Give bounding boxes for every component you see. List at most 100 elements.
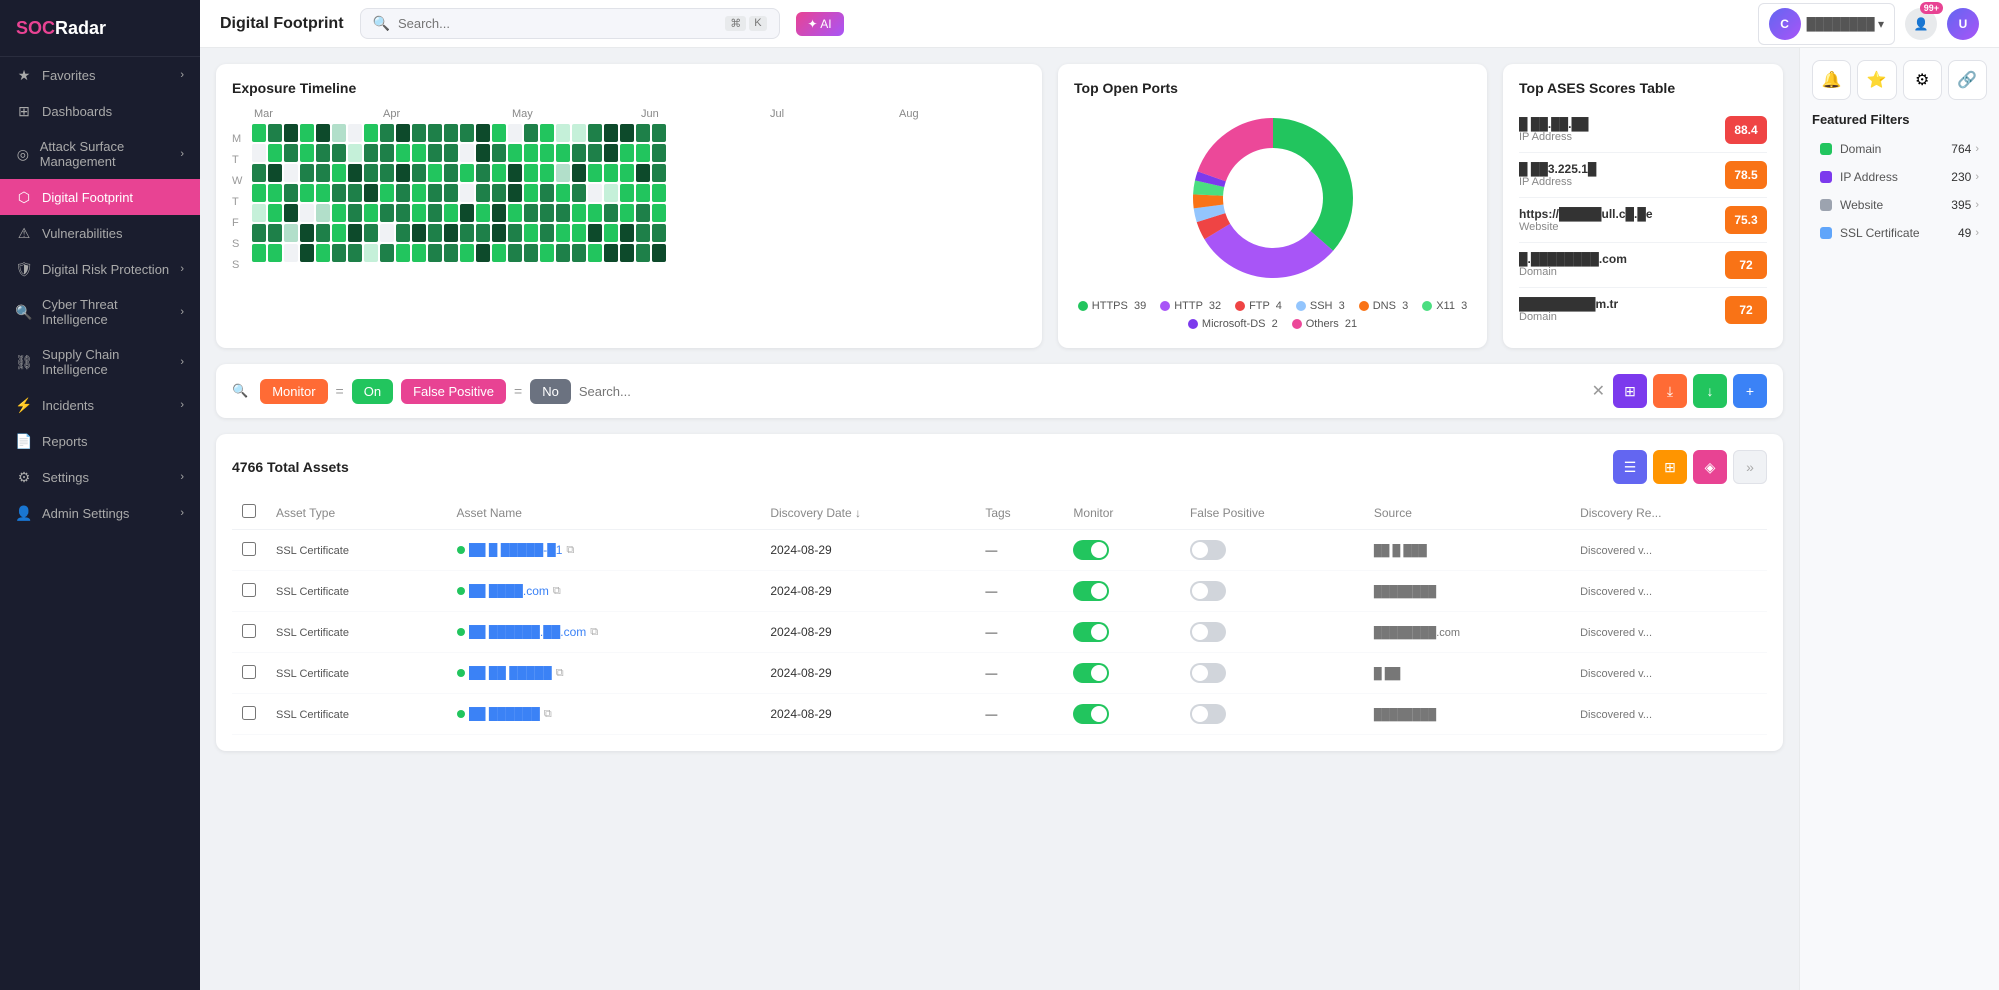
featured-filter-item[interactable]: Website 395 › — [1812, 191, 1987, 219]
ases-title: Top ASES Scores Table — [1519, 80, 1767, 96]
sidebar-item-supply-chain[interactable]: ⛓ Supply Chain Intelligence › — [0, 337, 200, 387]
tags-cell: — — [975, 694, 1063, 735]
company-selector[interactable]: C ████████ ▾ — [1758, 3, 1895, 45]
sidebar-item-settings[interactable]: ⚙ Settings › — [0, 459, 200, 495]
header-right: C ████████ ▾ 👤 99+ U — [1758, 3, 1979, 45]
sidebar-item-attack-surface[interactable]: ◎ Attack Surface Management › — [0, 129, 200, 179]
admin-settings-icon: 👤 — [16, 505, 32, 521]
chevron-icon: › — [180, 507, 184, 519]
filter-action-btn-2[interactable]: ⤓ — [1653, 374, 1687, 408]
monitor-toggle[interactable] — [1073, 663, 1109, 683]
col-discovery-reason: Discovery Re... — [1570, 496, 1767, 530]
fp-toggle[interactable] — [1190, 663, 1226, 683]
copy-icon[interactable]: ⧉ — [556, 667, 564, 680]
chevron-icon: › — [180, 306, 184, 318]
ases-scores-card: Top ASES Scores Table █ ██.██.██ IP Addr… — [1503, 64, 1783, 348]
clear-filter-button[interactable]: ✕ — [1592, 381, 1605, 401]
ases-rows: █ ██.██.██ IP Address 88.4 █ ██3.225.1█ … — [1519, 108, 1767, 332]
ai-button[interactable]: ✦ AI — [796, 12, 844, 36]
ases-row[interactable]: █.████████.com Domain 72 — [1519, 243, 1767, 288]
copy-icon[interactable]: ⧉ — [553, 585, 561, 598]
sidebar-item-digital-risk[interactable]: 🛡 Digital Risk Protection › — [0, 251, 200, 287]
sidebar-item-admin-settings[interactable]: 👤 Admin Settings › — [0, 495, 200, 531]
monitor-cell — [1063, 530, 1180, 571]
row-checkbox[interactable] — [242, 706, 256, 720]
row-checkbox[interactable] — [242, 624, 256, 638]
ases-row[interactable]: https://█████ull.c█.█e Website 75.3 — [1519, 198, 1767, 243]
table-header-row: Asset Type Asset Name Discovery Date ↓ T… — [232, 496, 1767, 530]
monitor-toggle[interactable] — [1073, 704, 1109, 724]
chevron-icon: › — [180, 471, 184, 483]
filter-actions: ⊞ ⤓ ↓ + — [1613, 374, 1767, 408]
ases-row[interactable]: █ ██.██.██ IP Address 88.4 — [1519, 108, 1767, 153]
view-buttons: ☰ ⊞ ◈ » — [1613, 450, 1767, 484]
source-cell: ████████.com — [1364, 612, 1570, 653]
favorites-icon: ★ — [16, 67, 32, 83]
discovery-date-cell: 2024-08-29 — [760, 530, 975, 571]
featured-filter-item[interactable]: IP Address 230 › — [1812, 163, 1987, 191]
monitor-filter-tag[interactable]: Monitor — [260, 379, 327, 404]
filter-search-input[interactable] — [579, 384, 1584, 399]
view-btn-list[interactable]: ☰ — [1613, 450, 1647, 484]
ases-row[interactable]: █████████m.tr Domain 72 — [1519, 288, 1767, 332]
ports-title: Top Open Ports — [1074, 80, 1471, 96]
search-input[interactable] — [398, 16, 717, 31]
row-checkbox[interactable] — [242, 542, 256, 556]
sidebar-item-incidents[interactable]: ⚡ Incidents › — [0, 387, 200, 423]
asset-name-cell: ██ ████.com ⧉ — [447, 571, 761, 612]
monitor-cell — [1063, 653, 1180, 694]
copy-icon[interactable]: ⧉ — [544, 708, 552, 721]
row-checkbox[interactable] — [242, 665, 256, 679]
sidebar-item-cyber-threat[interactable]: 🔍 Cyber Threat Intelligence › — [0, 287, 200, 337]
monitor-toggle[interactable] — [1073, 581, 1109, 601]
filter-action-btn-3[interactable]: ↓ — [1693, 374, 1727, 408]
right-icon-btn-2[interactable]: ⭐ — [1857, 60, 1896, 100]
featured-filter-item[interactable]: Domain 764 › — [1812, 135, 1987, 163]
search-bar[interactable]: 🔍 ⌘ K — [360, 8, 780, 39]
asset-name-cell: ██ ██ █████ ⧉ — [447, 653, 761, 694]
on-filter-tag[interactable]: On — [352, 379, 393, 404]
copy-icon[interactable]: ⧉ — [590, 626, 598, 639]
fp-toggle[interactable] — [1190, 622, 1226, 642]
right-icon-btn-3[interactable]: ⚙ — [1903, 60, 1942, 100]
table-row: SSL Certificate ██ ██ █████ ⧉ 2024-08-29… — [232, 653, 1767, 694]
fp-toggle[interactable] — [1190, 540, 1226, 560]
notification-button[interactable]: 👤 99+ — [1905, 8, 1937, 40]
discovery-reason-cell: Discovered v... — [1570, 530, 1767, 571]
day-labels: M T W T F S S — [232, 108, 246, 274]
ases-score: 78.5 — [1725, 161, 1767, 189]
view-btn-grid[interactable]: ⊞ — [1653, 450, 1687, 484]
filter-action-btn-1[interactable]: ⊞ — [1613, 374, 1647, 408]
col-tags: Tags — [975, 496, 1063, 530]
row-checkbox[interactable] — [242, 583, 256, 597]
tags-cell: — — [975, 530, 1063, 571]
ases-row[interactable]: █ ██3.225.1█ IP Address 78.5 — [1519, 153, 1767, 198]
monitor-toggle[interactable] — [1073, 622, 1109, 642]
fp-toggle[interactable] — [1190, 581, 1226, 601]
sidebar-item-dashboards[interactable]: ⊞ Dashboards — [0, 93, 200, 129]
company-avatar: C — [1769, 8, 1801, 40]
false-positive-cell — [1180, 653, 1364, 694]
false-positive-filter-tag[interactable]: False Positive — [401, 379, 506, 404]
sidebar-item-digital-footprint[interactable]: ⬡ Digital Footprint — [0, 179, 200, 215]
sidebar-item-vulnerabilities[interactable]: ⚠ Vulnerabilities — [0, 215, 200, 251]
monitor-cell — [1063, 612, 1180, 653]
sidebar-item-favorites[interactable]: ★ Favorites › — [0, 57, 200, 93]
table-row: SSL Certificate ██ ██████.██.com ⧉ 2024-… — [232, 612, 1767, 653]
header: Digital Footprint 🔍 ⌘ K ✦ AI C ████████ … — [200, 0, 1999, 48]
no-filter-tag[interactable]: No — [530, 379, 571, 404]
right-icon-btn-4[interactable]: 🔗 — [1948, 60, 1987, 100]
user-avatar[interactable]: U — [1947, 8, 1979, 40]
featured-filter-item[interactable]: SSL Certificate 49 › — [1812, 219, 1987, 247]
monitor-toggle[interactable] — [1073, 540, 1109, 560]
sidebar-item-reports[interactable]: 📄 Reports — [0, 423, 200, 459]
filter-action-btn-4[interactable]: + — [1733, 374, 1767, 408]
select-all-checkbox[interactable] — [242, 504, 256, 518]
fp-toggle[interactable] — [1190, 704, 1226, 724]
right-icon-btn-1[interactable]: 🔔 — [1812, 60, 1851, 100]
view-btn-map[interactable]: ◈ — [1693, 450, 1727, 484]
view-btn-other[interactable]: » — [1733, 450, 1767, 484]
company-name: ████████ ▾ — [1807, 17, 1884, 31]
copy-icon[interactable]: ⧉ — [566, 544, 574, 557]
filter-items-list: Domain 764 › IP Address 230 › Website 39… — [1812, 135, 1987, 247]
